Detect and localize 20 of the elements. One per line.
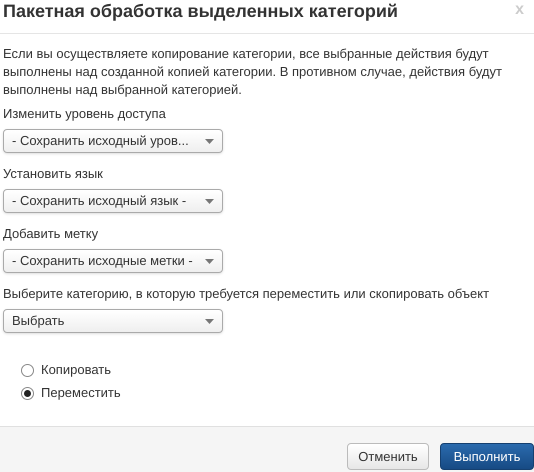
- radio-button[interactable]: [21, 364, 34, 376]
- dropdown[interactable]: Выбрать: [3, 309, 223, 333]
- field-label: Выберите категорию, в которую требуется переместить или скопировать объект: [3, 285, 490, 303]
- dialog-title: Пакетная обработка выделенных категорий: [3, 0, 398, 23]
- field-label: Изменить уровень доступа: [3, 105, 166, 123]
- field-label: Добавить метку: [3, 225, 98, 243]
- radio-option[interactable]: Переместить: [21, 384, 531, 402]
- caret-icon: [205, 198, 214, 204]
- caret-icon: [205, 318, 214, 324]
- description-text: Если вы осуществляете копирование категории, все выбранные действия будут выполнены над созданной копией категории. В противном случае, действия будут выполнены над выбранной категорией.: [3, 45, 503, 99]
- submit-button[interactable]: Выполнить: [440, 443, 534, 470]
- cancel-button[interactable]: Отменить: [347, 443, 429, 470]
- dropdown[interactable]: - Сохранить исходный язык -: [3, 189, 223, 213]
- caret-icon: [205, 138, 214, 144]
- dropdown[interactable]: - Сохранить исходные метки -: [3, 249, 223, 273]
- dropdown[interactable]: - Сохранить исходный уров...: [3, 129, 223, 153]
- caret-icon: [205, 258, 214, 264]
- field-label: Установить язык: [3, 165, 103, 183]
- radio-button[interactable]: [21, 386, 34, 400]
- radio-option[interactable]: Копировать: [21, 361, 531, 379]
